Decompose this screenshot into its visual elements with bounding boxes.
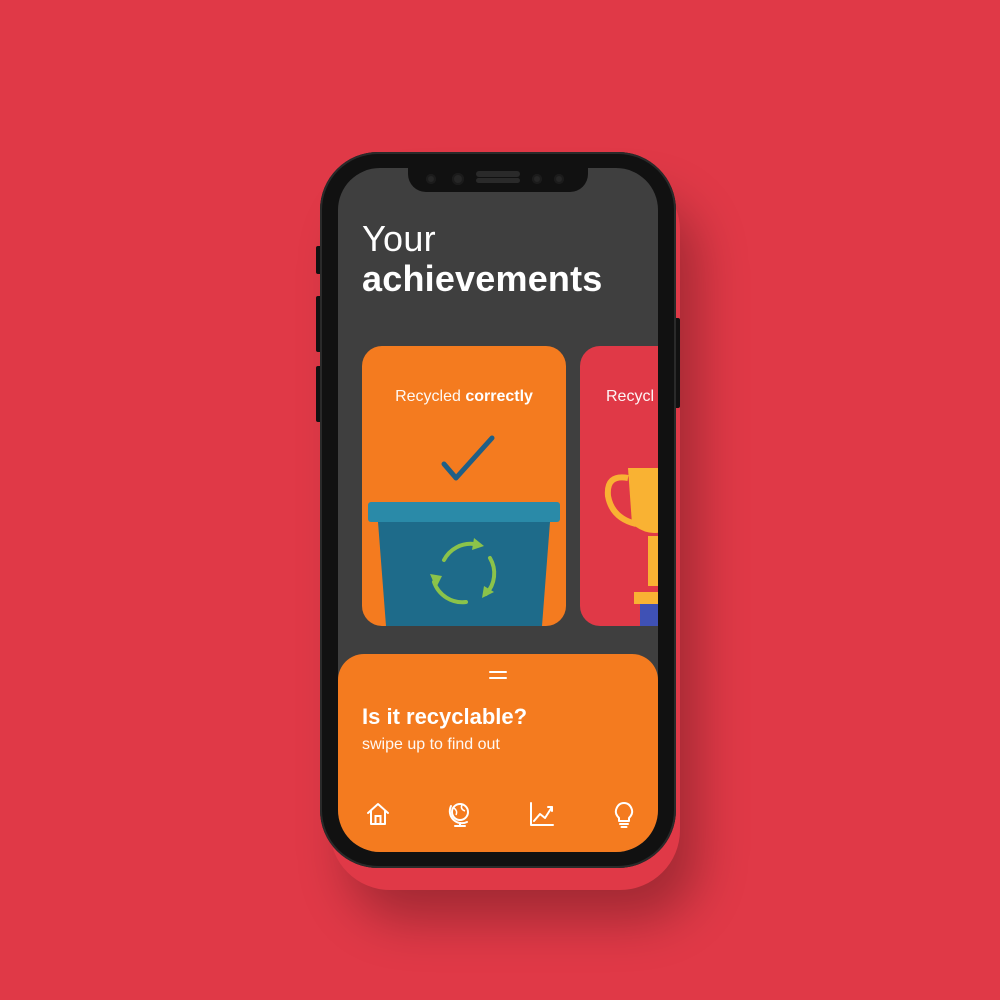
- trophy-icon: [604, 468, 658, 626]
- phone-screen: Your achievements Recycled correctly Rec…: [338, 168, 658, 852]
- speaker-grille-lower: [476, 178, 520, 183]
- notch: [408, 168, 588, 192]
- sensor-dot: [426, 174, 436, 184]
- bottom-sheet[interactable]: Is it recyclable? swipe up to find out: [338, 654, 658, 852]
- mockup-stage: Your achievements Recycled correctly Rec…: [0, 0, 1000, 1000]
- achievement-card-recycled-correctly[interactable]: Recycled correctly: [362, 346, 566, 626]
- achievement-card-recycling-trophy[interactable]: Recycl: [580, 346, 658, 626]
- recycle-bin-illustration: [368, 435, 560, 626]
- tab-stats[interactable]: [522, 794, 562, 834]
- checkmark-icon: [441, 435, 495, 481]
- tab-globe[interactable]: [440, 794, 480, 834]
- tab-home[interactable]: [358, 794, 398, 834]
- sheet-grab-handle[interactable]: [489, 671, 507, 679]
- page-title-line2: achievements: [362, 258, 603, 299]
- bin-lid: [368, 502, 560, 522]
- home-icon: [367, 803, 389, 825]
- front-camera: [452, 173, 464, 185]
- speaker-grille: [476, 171, 520, 177]
- tab-tips[interactable]: [604, 794, 644, 834]
- tab-bar: [338, 794, 658, 834]
- sensor-dot: [532, 174, 542, 184]
- chart-icon: [530, 802, 554, 826]
- globe-icon: [448, 803, 469, 827]
- page-title-line1: Your: [362, 218, 436, 259]
- lightbulb-icon: [614, 802, 634, 828]
- sensor-dot: [554, 174, 564, 184]
- sheet-subtitle: swipe up to find out: [362, 736, 500, 753]
- trophy-illustration: [604, 468, 658, 626]
- sheet-title: Is it recyclable?: [362, 704, 528, 729]
- bin-body: [378, 522, 550, 626]
